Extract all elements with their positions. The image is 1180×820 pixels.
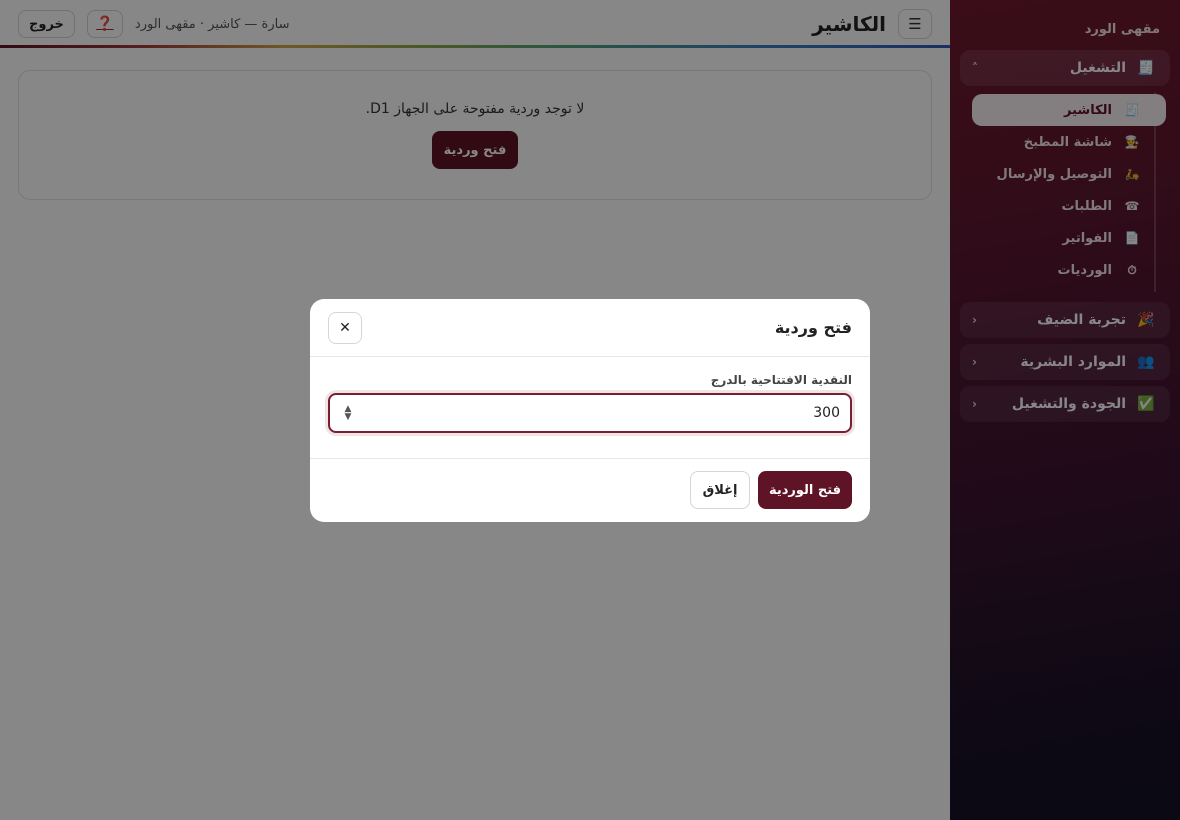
- opening-cash-label: النقدية الافتتاحية بالدرج: [710, 373, 852, 387]
- modal-title: فتح وردية: [774, 318, 852, 337]
- open-shift-modal: فتح وردية ✕ النقدية الافتتاحية بالدرج 30…: [310, 299, 870, 522]
- modal-footer: فتح الوردية إغلاق: [310, 459, 870, 521]
- close-modal-button[interactable]: ✕: [328, 311, 362, 344]
- opening-cash-value: 300: [813, 405, 840, 421]
- modal-header: فتح وردية ✕: [310, 299, 870, 357]
- close-icon: ✕: [339, 319, 351, 336]
- opening-cash-input[interactable]: 300 ▲ ▼: [328, 393, 852, 433]
- stepper-down-icon[interactable]: ▼: [345, 412, 352, 422]
- number-stepper[interactable]: ▲ ▼: [340, 405, 356, 422]
- modal-body: النقدية الافتتاحية بالدرج 300 ▲ ▼: [310, 357, 870, 459]
- close-button[interactable]: إغلاق: [690, 471, 750, 509]
- confirm-open-shift-button[interactable]: فتح الوردية: [758, 471, 852, 509]
